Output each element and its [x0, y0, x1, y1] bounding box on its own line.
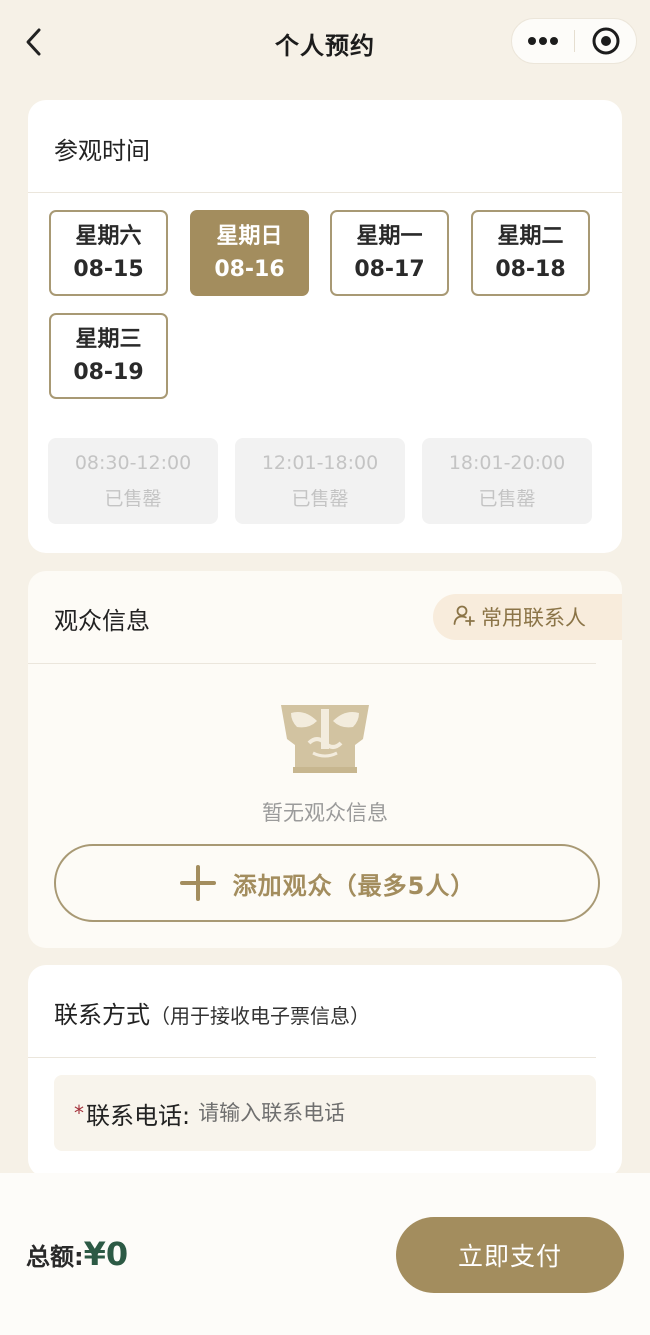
- contact-title: 联系方式: [54, 1001, 150, 1029]
- time-slot-evening[interactable]: 18:01-20:00 已售罄: [422, 438, 592, 524]
- divider: [28, 663, 596, 664]
- date-option-0815[interactable]: 星期六 08-15: [49, 210, 168, 296]
- slot-time: 18:01-20:00: [448, 452, 566, 474]
- slot-status: 已售罄: [104, 488, 162, 510]
- mini-program-capsule: [511, 18, 637, 64]
- time-slot-morning[interactable]: 08:30-12:00 已售罄: [48, 438, 218, 524]
- date-weekday: 星期一: [356, 224, 423, 249]
- date-weekday: 星期六: [75, 224, 142, 249]
- add-audience-button[interactable]: 添加观众（最多5人）: [54, 844, 600, 922]
- contact-section-title: 联系方式（用于接收电子票信息）: [54, 995, 370, 1030]
- required-mark: *: [74, 1101, 84, 1125]
- date-value: 08-18: [495, 257, 566, 282]
- frequent-contacts-button[interactable]: 常用联系人: [433, 594, 622, 640]
- slot-time: 12:01-18:00: [261, 452, 379, 474]
- date-weekday: 星期日: [216, 224, 283, 249]
- slot-time: 08:30-12:00: [74, 452, 192, 474]
- divider: [28, 1057, 596, 1058]
- bottom-pay-bar: 总额: ¥0 立即支付: [0, 1173, 650, 1335]
- date-weekday: 星期二: [497, 224, 564, 249]
- more-dots-icon[interactable]: [512, 19, 574, 63]
- visit-time-title: 参观时间: [54, 137, 150, 165]
- total-label: 总额:: [26, 1243, 84, 1271]
- add-audience-label: 添加观众（最多5人）: [232, 871, 476, 900]
- phone-field-row: * 联系电话:: [54, 1075, 596, 1151]
- phone-label: 联系电话:: [86, 1101, 191, 1130]
- divider: [28, 192, 622, 193]
- pay-now-button[interactable]: 立即支付: [396, 1217, 624, 1293]
- contact-subtitle: （用于接收电子票信息）: [150, 1004, 370, 1028]
- add-person-icon: [453, 604, 475, 630]
- target-circle-icon[interactable]: [575, 19, 637, 63]
- date-value: 08-16: [214, 257, 285, 282]
- date-option-0819[interactable]: 星期三 08-19: [49, 313, 168, 399]
- audience-title: 观众信息: [54, 607, 150, 635]
- date-option-0816[interactable]: 星期日 08-16: [190, 210, 309, 296]
- visit-time-card: 参观时间 星期六 08-15 星期日 08-16 星期一 08-17 星期二 0…: [28, 100, 622, 553]
- date-weekday: 星期三: [75, 327, 142, 352]
- date-option-0818[interactable]: 星期二 08-18: [471, 210, 590, 296]
- top-nav-bar: 个人预约: [0, 0, 650, 84]
- empty-audience-text: 暂无观众信息: [262, 801, 388, 825]
- total-value: ¥0: [83, 1235, 129, 1273]
- date-value: 08-15: [73, 257, 144, 282]
- slot-status: 已售罄: [478, 488, 536, 510]
- bronze-mask-icon: [279, 699, 371, 774]
- contacts-label: 常用联系人: [481, 606, 586, 630]
- date-value: 08-17: [354, 257, 425, 282]
- phone-input[interactable]: [198, 1101, 529, 1125]
- date-value: 08-19: [73, 360, 144, 385]
- contact-card: 联系方式（用于接收电子票信息） * 联系电话:: [28, 965, 622, 1177]
- date-option-0817[interactable]: 星期一 08-17: [330, 210, 449, 296]
- total-amount: 总额: ¥0: [26, 1235, 128, 1273]
- slot-status: 已售罄: [291, 488, 349, 510]
- plus-icon: [179, 864, 217, 902]
- audience-card: 观众信息 常用联系人 暂无观众信息 添加观众（最多5人）: [28, 571, 622, 948]
- time-slot-afternoon[interactable]: 12:01-18:00 已售罄: [235, 438, 405, 524]
- pay-now-label: 立即支付: [457, 1242, 562, 1271]
